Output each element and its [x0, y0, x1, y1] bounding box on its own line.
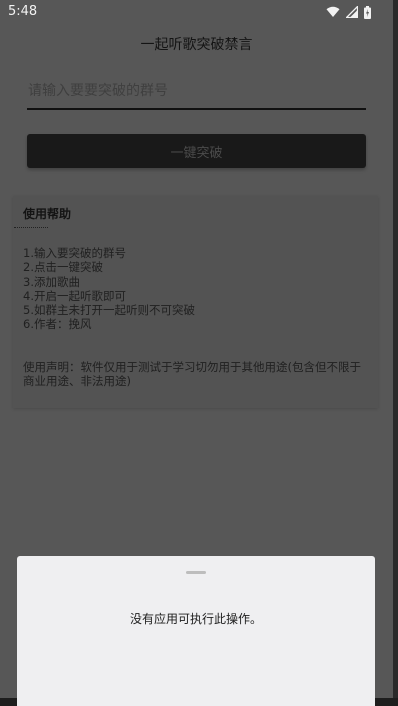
bottom-sheet[interactable]: 没有应用可执行此操作。 — [17, 556, 375, 706]
breakthrough-button[interactable]: 一键突破 — [27, 134, 366, 168]
sheet-message: 没有应用可执行此操作。 — [129, 612, 262, 626]
help-step: 1.输入要突破的群号 — [23, 246, 126, 260]
help-step: 2.点击一键突破 — [23, 260, 103, 275]
group-number-input[interactable] — [27, 76, 367, 106]
group-number-field — [27, 76, 367, 110]
help-step: 3.添加歌曲 — [23, 274, 80, 289]
status-icons — [326, 5, 371, 19]
sheet-drag-handle[interactable] — [186, 571, 206, 574]
help-step: 4.开启一起听歌即可 — [23, 288, 126, 303]
help-title: 使用帮助 — [23, 207, 72, 221]
page-title: 一起听歌突破禁言 — [140, 37, 253, 53]
battery-icon — [364, 5, 371, 19]
usage-disclaimer: 使用声明：软件仅用于测试于学习切勿用于其他用途(包含但不限于商业用途、非法用途) — [23, 360, 361, 388]
help-step: 6.作者：挽风 — [23, 317, 92, 332]
wifi-icon — [326, 6, 340, 17]
help-divider — [14, 227, 48, 228]
signal-icon — [346, 6, 358, 18]
screen-edge — [393, 0, 398, 698]
status-time: 5:48 — [8, 4, 38, 19]
status-bar: 5:48 — [0, 0, 393, 24]
help-step: 5.如群主未打开一起听则不可突破 — [23, 303, 195, 318]
help-card: 使用帮助 1.输入要突破的群号 2.点击一键突破 3.添加歌曲 4.开启一起听歌… — [13, 196, 378, 408]
help-steps: 1.输入要突破的群号 2.点击一键突破 3.添加歌曲 4.开启一起听歌即可 5.… — [23, 246, 195, 332]
